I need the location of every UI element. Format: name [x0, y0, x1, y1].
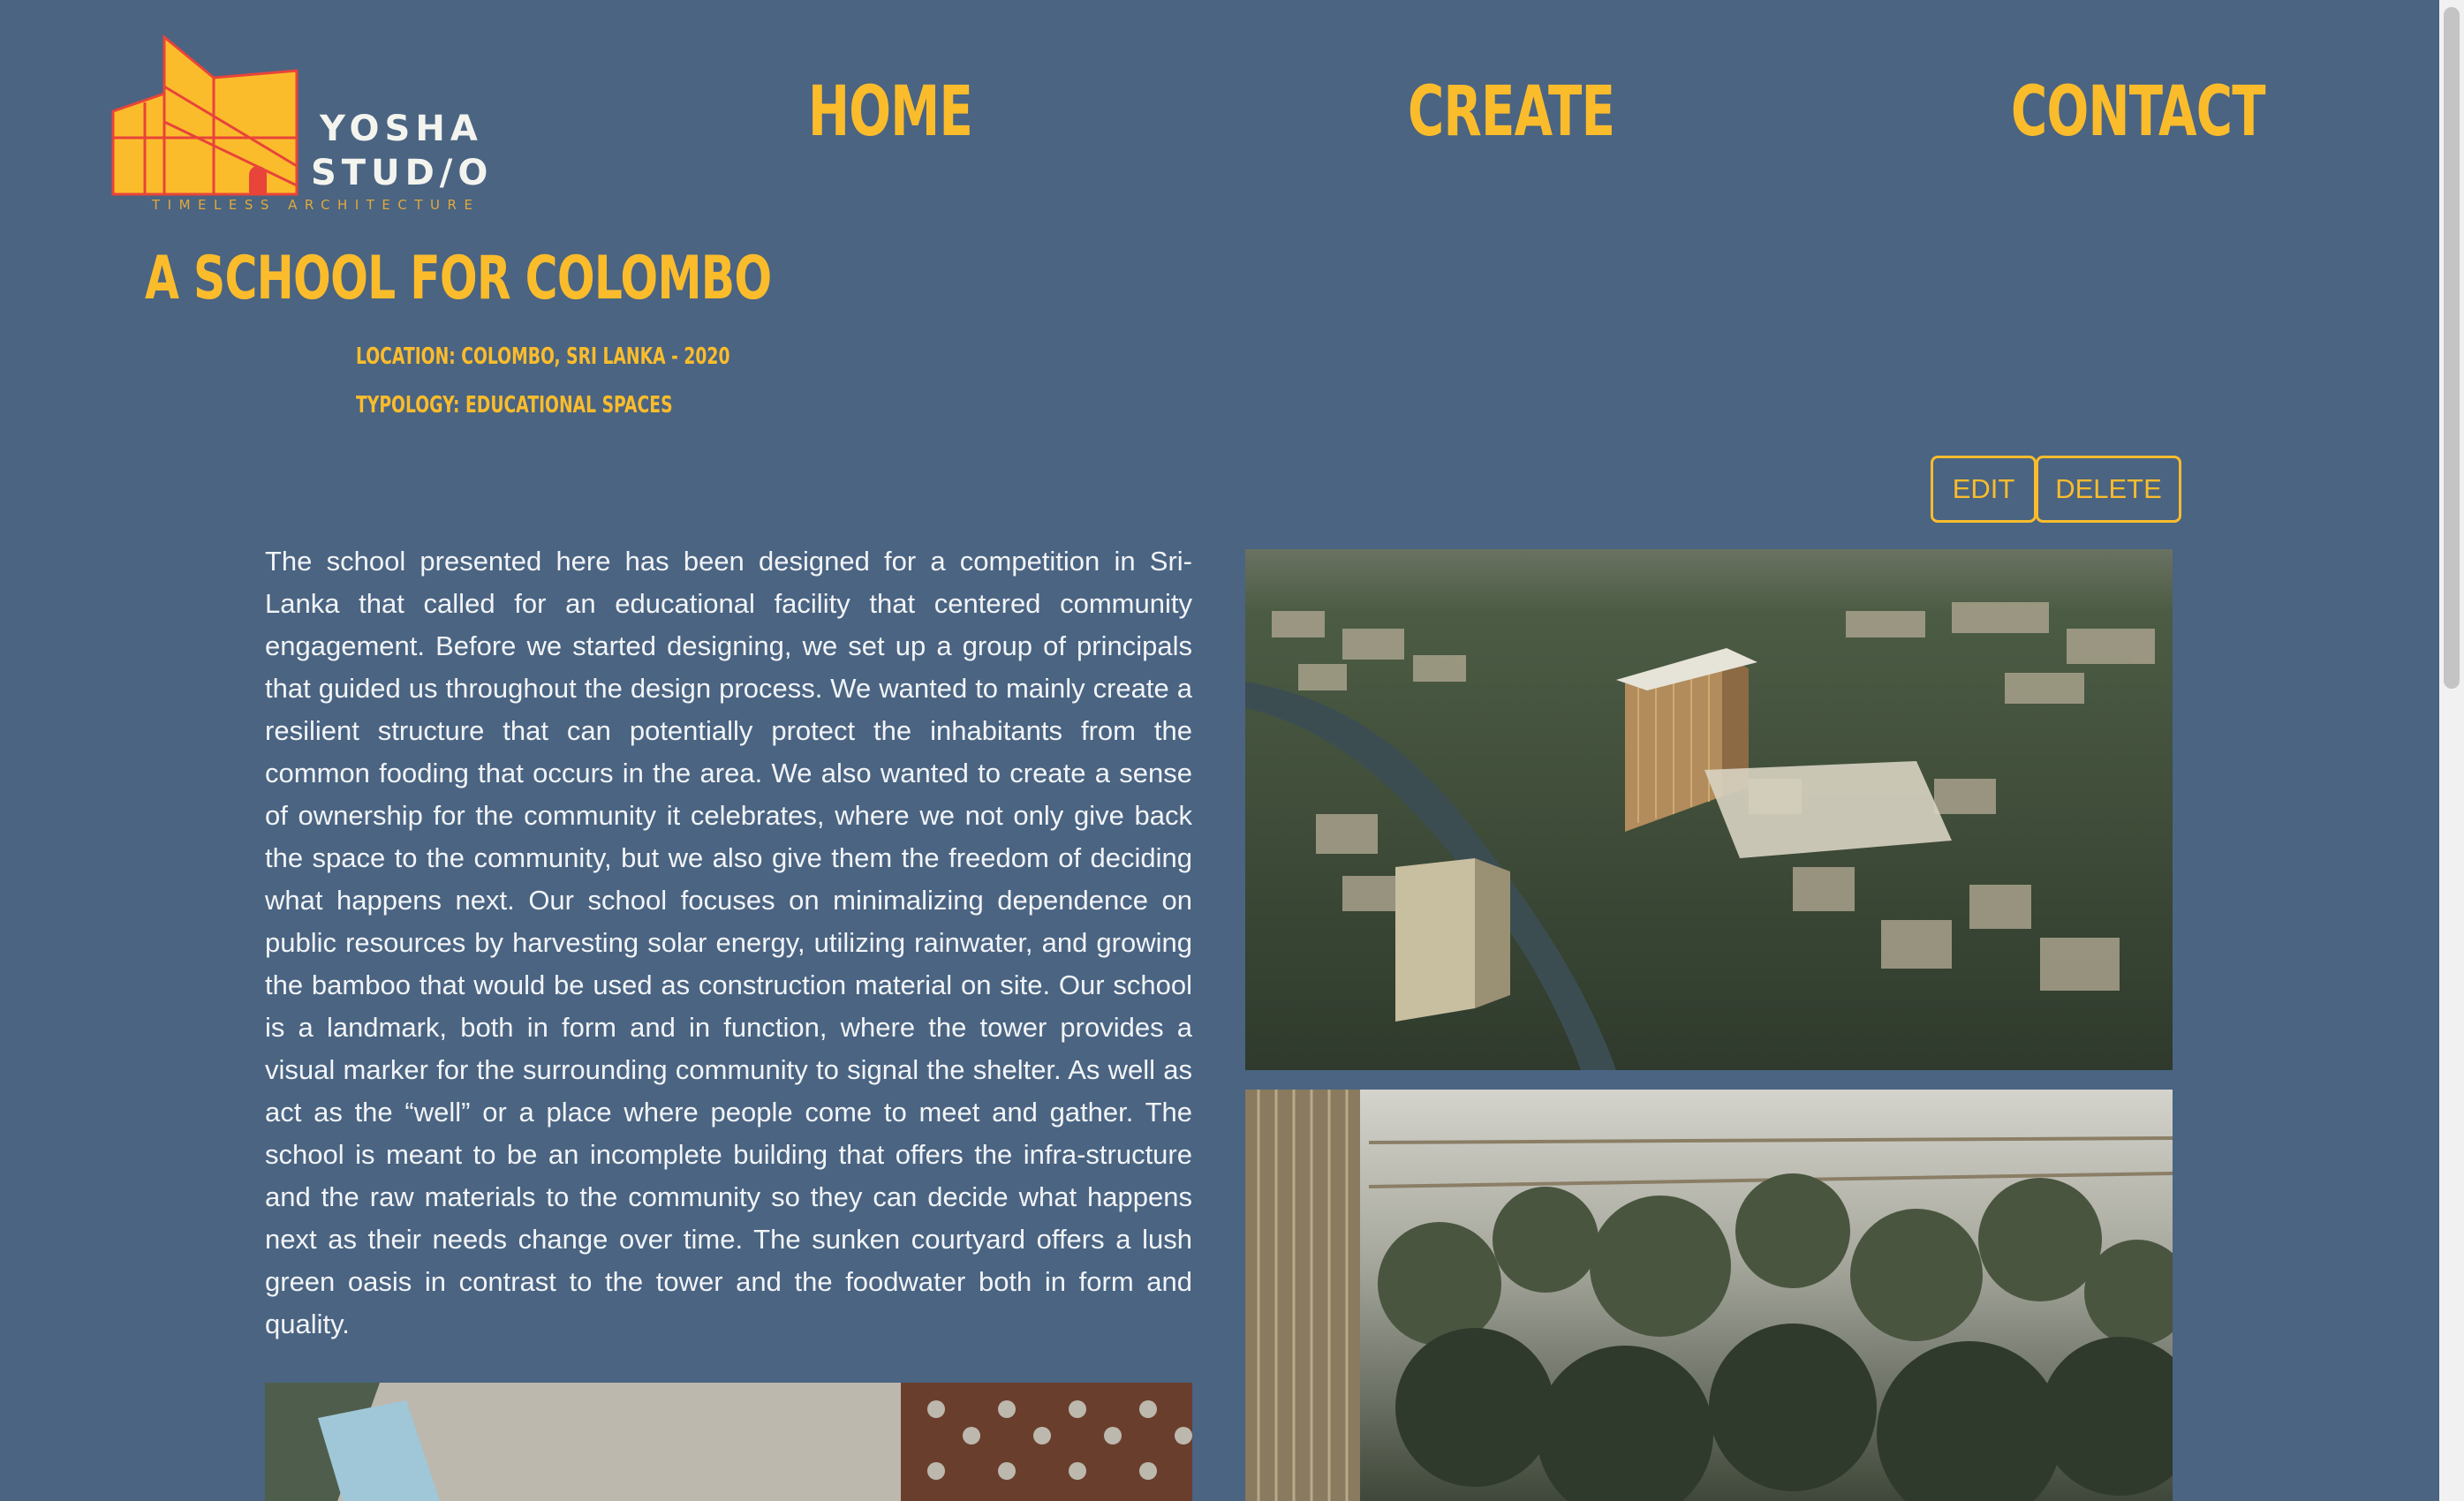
interior-render-image: [265, 1383, 1192, 1501]
aerial-render-image: [1245, 549, 2173, 1070]
studio-logo[interactable]: YOSHA STUD/O TIMELESS ARCHITECTURE: [110, 34, 488, 215]
logo-tagline: TIMELESS ARCHITECTURE: [152, 197, 480, 213]
nav-create-link[interactable]: CREATE: [1408, 78, 1615, 147]
project-location: LOCATION: COLOMBO, SRI LANKA - 2020: [356, 343, 730, 370]
project-description: The school presented here has been desig…: [265, 546, 1192, 1339]
building-logo-icon: [111, 34, 299, 196]
delete-button[interactable]: DELETE: [2036, 456, 2181, 523]
courtyard-render-image: [1245, 1090, 2173, 1501]
scrollbar-thumb[interactable]: [2444, 7, 2460, 689]
logo-name-line-1: YOSHA: [320, 109, 483, 149]
page: YOSHA STUD/O TIMELESS ARCHITECTURE HOME …: [0, 0, 2439, 1501]
edit-button[interactable]: EDIT: [1931, 456, 2037, 523]
logo-name-line-2: STUD/O: [311, 153, 494, 193]
project-title: A SCHOOL FOR COLOMBO: [145, 244, 772, 313]
project-typology: TYPOLOGY: EDUCATIONAL SPACES: [356, 392, 673, 419]
nav-contact-link[interactable]: CONTACT: [2011, 78, 2266, 147]
nav-home-link[interactable]: HOME: [808, 78, 973, 147]
